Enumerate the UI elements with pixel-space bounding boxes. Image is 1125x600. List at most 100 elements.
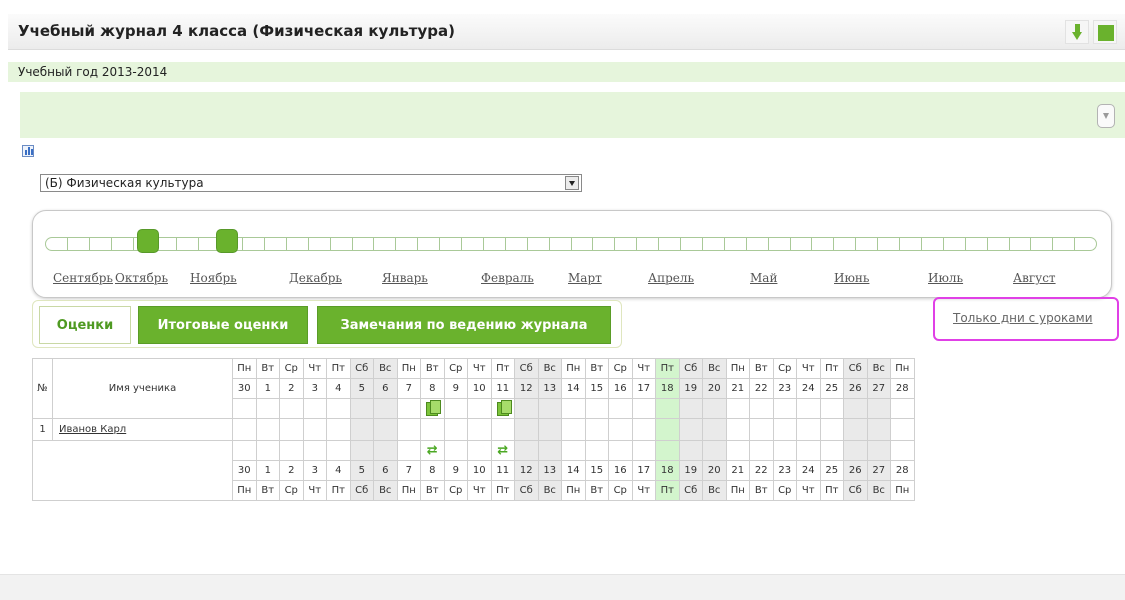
slider-week-cell[interactable]	[637, 238, 660, 250]
month-link[interactable]: Апрель	[648, 271, 694, 285]
lesson-transfer-cell[interactable]	[561, 440, 586, 461]
lesson-transfer-cell[interactable]	[279, 440, 304, 461]
slider-week-cell[interactable]	[813, 238, 835, 250]
grade-cell[interactable]	[443, 418, 468, 441]
slider-week-cell[interactable]	[243, 238, 265, 250]
lesson-transfer-cell[interactable]	[373, 440, 398, 461]
tab-grades[interactable]: Оценки	[39, 306, 131, 344]
lesson-topic-cell[interactable]	[890, 398, 915, 419]
slider-week-cell[interactable]	[375, 238, 397, 250]
lesson-transfer-cell[interactable]	[890, 440, 915, 461]
grade-cell[interactable]	[866, 418, 891, 441]
date-header[interactable]: 11	[490, 378, 515, 399]
range-start-handle[interactable]	[137, 229, 159, 253]
slider-week-cell[interactable]	[353, 238, 375, 250]
month-link[interactable]: Октябрь	[115, 271, 168, 285]
lessons-only-link[interactable]: Только дни с уроками	[953, 311, 1093, 325]
date-header[interactable]: 24	[796, 378, 821, 399]
month-link[interactable]: Март	[568, 271, 602, 285]
grade-cell[interactable]	[467, 418, 492, 441]
month-link[interactable]: Сентябрь	[53, 271, 113, 285]
date-header[interactable]: 27	[866, 378, 891, 399]
lesson-topic-cell[interactable]	[420, 398, 445, 419]
grade-cell[interactable]	[537, 418, 562, 441]
grade-cell[interactable]	[631, 418, 656, 441]
date-header[interactable]: 17	[631, 378, 656, 399]
grade-cell[interactable]	[279, 418, 304, 441]
date-header[interactable]: 18	[655, 378, 680, 399]
slider-week-cell[interactable]	[572, 238, 594, 250]
slider-week-cell[interactable]	[791, 238, 813, 250]
slider-week-cell[interactable]	[462, 238, 484, 250]
slider-week-cell[interactable]	[856, 238, 879, 250]
lesson-transfer-cell[interactable]	[843, 440, 868, 461]
grade-cell[interactable]	[584, 418, 609, 441]
month-link[interactable]: Июнь	[834, 271, 869, 285]
student-name-link[interactable]: Иванов Карл	[52, 418, 233, 441]
lesson-topic-cell[interactable]	[561, 398, 586, 419]
slider-week-cell[interactable]	[725, 238, 747, 250]
slider-week-cell[interactable]	[966, 238, 988, 250]
grade-cell[interactable]	[608, 418, 633, 441]
slider-week-cell[interactable]	[1010, 238, 1032, 250]
date-header[interactable]: 25	[819, 378, 844, 399]
dropdown-arrow-icon[interactable]	[565, 176, 579, 190]
month-slider-track[interactable]	[45, 237, 1097, 251]
grade-cell[interactable]	[796, 418, 821, 441]
lesson-topic-cell[interactable]	[349, 398, 374, 419]
lesson-transfer-cell[interactable]	[302, 440, 327, 461]
date-header[interactable]: 28	[890, 378, 915, 399]
date-header[interactable]: 16	[608, 378, 633, 399]
date-header[interactable]: 20	[702, 378, 727, 399]
date-header[interactable]: 3	[302, 378, 327, 399]
lesson-transfer-cell[interactable]	[326, 440, 351, 461]
grade-cell[interactable]	[561, 418, 586, 441]
lesson-topic-cell[interactable]	[772, 398, 797, 419]
slider-week-cell[interactable]	[90, 238, 112, 250]
date-header[interactable]: 14	[561, 378, 586, 399]
month-link[interactable]: Январь	[382, 271, 428, 285]
lesson-transfer-cell[interactable]	[232, 440, 257, 461]
lesson-topic-cell[interactable]	[302, 398, 327, 419]
lesson-transfer-cell[interactable]	[467, 440, 492, 461]
slider-week-cell[interactable]	[528, 238, 550, 250]
grade-cell[interactable]	[255, 418, 280, 441]
lesson-transfer-cell[interactable]	[514, 440, 539, 461]
slider-week-cell[interactable]	[46, 238, 68, 250]
lesson-topic-cell[interactable]	[819, 398, 844, 419]
slider-week-cell[interactable]	[112, 238, 134, 250]
grade-cell[interactable]	[749, 418, 774, 441]
grade-cell[interactable]	[655, 418, 680, 441]
panel-toggle-button[interactable]	[1097, 104, 1115, 128]
slider-week-cell[interactable]	[68, 238, 90, 250]
slider-week-cell[interactable]	[615, 238, 638, 250]
refresh-icon[interactable]: ⇄	[497, 443, 508, 458]
slider-week-cell[interactable]	[922, 238, 944, 250]
month-link[interactable]: Июль	[928, 271, 963, 285]
lesson-topic-cell[interactable]	[443, 398, 468, 419]
date-header[interactable]: 10	[467, 378, 492, 399]
month-link[interactable]: Август	[1013, 271, 1056, 285]
notebook-icon[interactable]	[496, 399, 512, 416]
slider-week-cell[interactable]	[988, 238, 1010, 250]
grade-cell[interactable]	[232, 418, 257, 441]
lesson-topic-cell[interactable]	[537, 398, 562, 419]
grade-cell[interactable]	[302, 418, 327, 441]
lesson-transfer-cell[interactable]	[819, 440, 844, 461]
lesson-transfer-cell[interactable]	[678, 440, 703, 461]
lesson-transfer-cell[interactable]	[749, 440, 774, 461]
lesson-transfer-cell[interactable]	[537, 440, 562, 461]
notebook-icon[interactable]	[426, 399, 442, 416]
lesson-topic-cell[interactable]	[678, 398, 703, 419]
lesson-topic-cell[interactable]	[373, 398, 398, 419]
month-link[interactable]: Ноябрь	[190, 271, 237, 285]
lesson-topic-cell[interactable]	[514, 398, 539, 419]
lesson-topic-cell[interactable]	[749, 398, 774, 419]
lesson-transfer-cell[interactable]	[655, 440, 680, 461]
grade-cell[interactable]	[396, 418, 421, 441]
tab-final-grades[interactable]: Итоговые оценки	[138, 306, 308, 344]
lesson-topic-cell[interactable]	[584, 398, 609, 419]
grade-cell[interactable]	[725, 418, 750, 441]
slider-week-cell[interactable]	[331, 238, 353, 250]
date-header[interactable]: 23	[772, 378, 797, 399]
